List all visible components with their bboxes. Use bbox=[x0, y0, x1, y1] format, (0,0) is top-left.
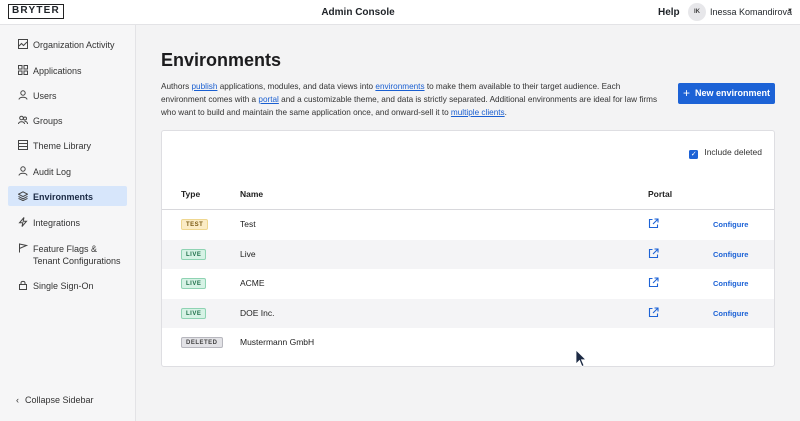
flag-icon bbox=[19, 243, 28, 253]
configure-button[interactable]: Configure bbox=[713, 220, 748, 229]
external-link-icon[interactable] bbox=[648, 307, 659, 318]
sidebar-item-label: Single Sign-On bbox=[33, 281, 94, 291]
status-badge: LIVE bbox=[181, 278, 207, 289]
portal-link[interactable]: portal bbox=[258, 95, 278, 104]
chevron-left-icon: ‹ bbox=[16, 395, 19, 405]
avatar[interactable]: IK bbox=[688, 3, 706, 21]
table-row: TEST Test Configure bbox=[162, 210, 774, 239]
sidebar-item-label: Theme Library bbox=[33, 141, 92, 151]
external-link-icon[interactable] bbox=[648, 277, 659, 288]
grid-icon bbox=[18, 65, 28, 75]
column-header-portal: Portal bbox=[648, 189, 673, 199]
book-icon bbox=[18, 140, 28, 150]
environments-link[interactable]: environments bbox=[375, 82, 424, 91]
page-title: Environments bbox=[161, 50, 282, 70]
environment-name: Live bbox=[240, 249, 256, 259]
new-environment-button[interactable]: + New environment bbox=[678, 83, 775, 104]
configure-button[interactable]: Configure bbox=[713, 250, 748, 259]
sidebar-item-label: Applications bbox=[33, 66, 82, 76]
multiple-clients-link[interactable]: multiple clients bbox=[451, 108, 505, 117]
collapse-sidebar-label: Collapse Sidebar bbox=[25, 395, 94, 405]
sidebar-item-label: Integrations bbox=[33, 218, 81, 228]
bolt-icon bbox=[18, 217, 28, 227]
table-row: LIVE DOE Inc. Configure bbox=[162, 299, 774, 328]
sidebar-item-users[interactable]: Users bbox=[8, 85, 127, 105]
sidebar-item-feature-flags[interactable]: Feature Flags & Tenant Configurations bbox=[8, 238, 127, 266]
sidebar-item-label: Feature Flags & Tenant Configurations bbox=[33, 244, 121, 266]
status-badge: LIVE bbox=[181, 249, 207, 260]
status-badge: TEST bbox=[181, 219, 209, 230]
lock-icon bbox=[19, 280, 27, 290]
intro-text-part: . bbox=[504, 108, 507, 117]
sidebar-item-environments[interactable]: Environments bbox=[8, 186, 127, 206]
sidebar-item-theme-library[interactable]: Theme Library bbox=[8, 135, 127, 155]
sidebar-item-groups[interactable]: Groups bbox=[8, 110, 127, 130]
user-menu[interactable]: Inessa Komandirova bbox=[710, 7, 792, 17]
environment-name: DOE Inc. bbox=[240, 308, 275, 318]
intro-text-part: applications, modules, and data views in… bbox=[217, 82, 376, 91]
environments-table: ✓ Include deleted Type Name Portal TEST T… bbox=[161, 130, 775, 367]
sidebar-item-organization-activity[interactable]: Organization Activity bbox=[8, 34, 127, 54]
column-header-type: Type bbox=[181, 189, 201, 199]
status-badge: LIVE bbox=[181, 308, 207, 319]
publish-link[interactable]: publish bbox=[192, 82, 218, 91]
user-icon bbox=[18, 90, 28, 100]
checkbox-checked-icon[interactable]: ✓ bbox=[689, 150, 699, 159]
status-badge: DELETED bbox=[181, 337, 223, 348]
configure-button[interactable]: Configure bbox=[713, 279, 748, 288]
sidebar-item-single-sign-on[interactable]: Single Sign-On bbox=[8, 275, 127, 295]
sidebar-item-label: Users bbox=[33, 91, 57, 101]
help-link[interactable]: Help bbox=[658, 7, 680, 18]
sidebar-item-label: Audit Log bbox=[33, 167, 72, 177]
plus-icon: + bbox=[682, 86, 690, 100]
sidebar-item-label: Organization Activity bbox=[33, 40, 115, 50]
table-row: DELETED Mustermann GmbH bbox=[162, 328, 774, 357]
sidebar-item-applications[interactable]: Applications bbox=[8, 60, 127, 80]
configure-button[interactable]: Configure bbox=[713, 309, 748, 318]
sidebar-item-label: Groups bbox=[33, 116, 63, 126]
intro-text-part: Authors bbox=[161, 82, 192, 91]
new-environment-label: New environment bbox=[695, 88, 771, 98]
audit-icon bbox=[18, 166, 28, 176]
activity-icon bbox=[18, 39, 28, 49]
mouse-cursor-icon bbox=[575, 349, 587, 368]
collapse-sidebar-button[interactable]: ‹ Collapse Sidebar bbox=[16, 395, 94, 405]
external-link-icon[interactable] bbox=[648, 218, 659, 229]
sidebar-item-label: Environments bbox=[33, 192, 94, 202]
table-row: LIVE ACME Configure bbox=[162, 269, 774, 298]
app-title: Admin Console bbox=[321, 7, 395, 18]
sidebar-item-audit-log[interactable]: Audit Log bbox=[8, 161, 127, 181]
users-icon bbox=[18, 115, 28, 125]
sidebar: Organization Activity Applications Users… bbox=[0, 25, 136, 421]
layers-icon bbox=[18, 191, 28, 201]
intro-text: Authors publish applications, modules, a… bbox=[161, 80, 666, 119]
column-header-name: Name bbox=[240, 189, 264, 199]
table-row: LIVE Live Configure bbox=[162, 240, 774, 269]
sidebar-item-integrations[interactable]: Integrations bbox=[8, 212, 127, 232]
chevron-down-icon[interactable]: ▼ bbox=[787, 8, 793, 14]
environment-name: ACME bbox=[240, 278, 265, 288]
main-content: Environments Authors publish application… bbox=[137, 25, 800, 421]
include-deleted-label: Include deleted bbox=[704, 147, 762, 157]
external-link-icon[interactable] bbox=[648, 248, 659, 259]
top-bar: BRYTER Admin Console Help IK Inessa Koma… bbox=[0, 0, 800, 25]
include-deleted-checkbox[interactable]: ✓ Include deleted bbox=[689, 147, 762, 159]
environment-name: Test bbox=[240, 219, 256, 229]
environment-name: Mustermann GmbH bbox=[240, 337, 315, 347]
